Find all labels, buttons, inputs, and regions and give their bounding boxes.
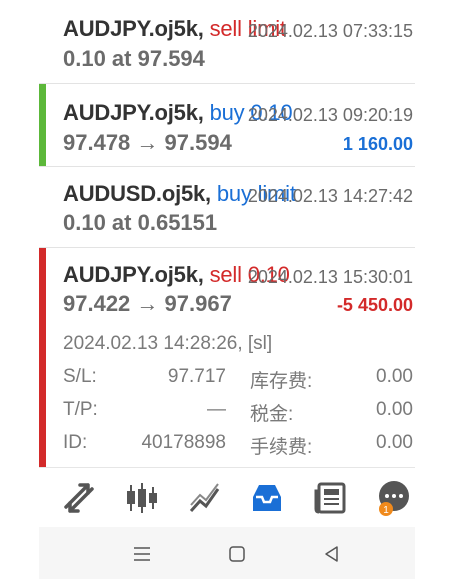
order-open-time: 2024.02.13 14:28:26, [sl]	[63, 333, 273, 354]
trade-arrows-icon[interactable]	[59, 478, 99, 518]
news-icon[interactable]	[310, 478, 350, 518]
sl-label: S/L:	[63, 366, 97, 387]
tp-value: —	[207, 399, 226, 420]
order-symbol: AUDJPY.oj5k,	[63, 100, 204, 125]
sl-value: 97.717	[167, 366, 226, 387]
menu-icon[interactable]	[127, 539, 157, 569]
order-row[interactable]: AUDJPY.oj5k, buy 0.10 2024.02.13 09:20:1…	[39, 84, 415, 167]
tax-label: 税金:	[250, 404, 294, 425]
order-status-bar	[39, 248, 46, 467]
id-value: 40178898	[141, 432, 226, 453]
order-price: 0.10 at 0.65151	[63, 210, 218, 235]
fee-label: 手续费:	[250, 437, 313, 458]
order-row[interactable]: AUDJPY.oj5k, sell limit 2024.02.13 07:33…	[39, 0, 415, 84]
order-profit: 1 160.00	[342, 134, 413, 154]
order-row[interactable]: AUDUSD.oj5k, buy limit 2024.02.13 14:27:…	[39, 167, 415, 248]
order-time: 2024.02.13 15:30:01	[247, 267, 413, 287]
order-price: 0.10 at 97.594	[63, 46, 205, 71]
back-icon[interactable]	[317, 539, 347, 569]
home-icon[interactable]	[222, 539, 252, 569]
order-row-expanded[interactable]: AUDJPY.oj5k, sell 0.10 2024.02.13 15:30:…	[39, 248, 415, 467]
tax-value: 0.00	[376, 399, 413, 420]
fee-value: 0.00	[376, 432, 413, 453]
order-symbol: AUDJPY.oj5k,	[63, 262, 204, 287]
order-list: AUDJPY.oj5k, sell limit 2024.02.13 07:33…	[39, 0, 415, 467]
id-label: ID:	[63, 432, 88, 453]
swap-value: 0.00	[376, 366, 413, 387]
order-status-bar	[39, 84, 46, 166]
tp-label: T/P:	[63, 399, 98, 420]
order-time: 2024.02.13 07:33:15	[247, 21, 413, 41]
system-navbar	[39, 527, 415, 579]
order-symbol: AUDUSD.oj5k,	[63, 181, 211, 206]
chat-bubble-icon[interactable]: 1	[373, 478, 415, 518]
order-price: 97.478 → 97.594	[63, 130, 232, 155]
swap-label: 库存费:	[250, 371, 313, 392]
order-time: 2024.02.13 09:20:19	[247, 105, 413, 125]
trend-chart-icon[interactable]	[185, 478, 225, 518]
candlestick-chart-icon[interactable]	[122, 478, 162, 518]
order-time: 2024.02.13 14:27:42	[247, 186, 413, 206]
inbox-icon[interactable]	[247, 478, 287, 518]
order-profit: -5 450.00	[336, 295, 413, 315]
bottom-toolbar: 1	[39, 467, 415, 528]
order-symbol: AUDJPY.oj5k,	[63, 16, 204, 41]
order-price: 97.422 → 97.967	[63, 291, 232, 316]
chat-badge: 1	[383, 505, 389, 516]
app-screen: AUDJPY.oj5k, sell limit 2024.02.13 07:33…	[39, 0, 415, 579]
